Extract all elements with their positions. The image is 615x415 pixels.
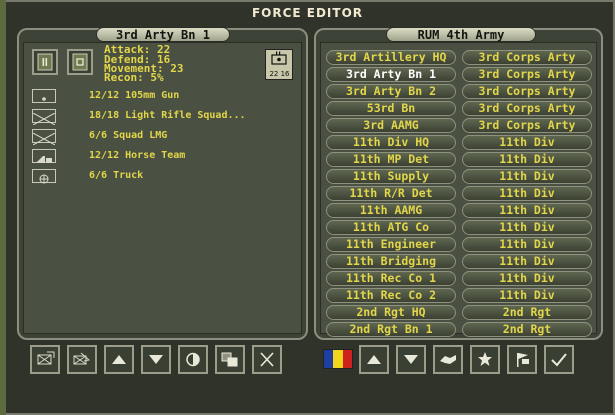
army-unit-parent[interactable]: 11th Div bbox=[462, 203, 592, 218]
unit-panel-title: 3rd Arty Bn 1 bbox=[96, 27, 230, 42]
army-unit-name[interactable]: 11th Supply bbox=[326, 169, 456, 184]
move-up-button[interactable] bbox=[104, 345, 134, 374]
truck-icon bbox=[32, 169, 56, 184]
infantry-icon bbox=[32, 109, 56, 126]
unit-panel-body bbox=[23, 42, 302, 334]
army-unit-parent[interactable]: 11th Div bbox=[462, 169, 592, 184]
romania-flag-icon bbox=[323, 349, 353, 369]
confirm-button[interactable] bbox=[544, 345, 574, 374]
element-row[interactable]: 6/6 Truck bbox=[32, 169, 282, 185]
army-unit-name[interactable]: 3rd Artillery HQ bbox=[326, 50, 456, 65]
army-move-down-button[interactable] bbox=[396, 345, 426, 374]
army-unit-name[interactable]: 53rd Bn bbox=[326, 101, 456, 116]
army-unit-parent[interactable]: 3rd Corps Arty bbox=[462, 67, 592, 82]
army-unit-name[interactable]: 3rd AAMG bbox=[326, 118, 456, 133]
unit-square-icon bbox=[72, 53, 88, 71]
army-unit-parent[interactable]: 3rd Corps Arty bbox=[462, 50, 592, 65]
army-unit-parent[interactable]: 2nd Rgt bbox=[462, 305, 592, 320]
copy-icon bbox=[221, 352, 238, 367]
counter-values: 22 16 bbox=[269, 70, 290, 78]
infantry-icon bbox=[32, 129, 56, 146]
window-title: FORCE EDITOR bbox=[251, 6, 364, 20]
unit-square-button[interactable] bbox=[67, 49, 93, 75]
element-row[interactable]: 12/12 105mm Gun bbox=[32, 89, 282, 105]
army-unit-name[interactable]: 11th R/R Det bbox=[326, 186, 456, 201]
army-unit-name[interactable]: 2nd Rgt HQ bbox=[326, 305, 456, 320]
army-panel-title: RUM 4th Army bbox=[386, 27, 536, 42]
half-circle-icon bbox=[186, 352, 200, 367]
move-down-icon bbox=[404, 355, 418, 364]
unit-counter: 22 16 bbox=[265, 49, 293, 80]
transfer-unit-icon bbox=[73, 352, 91, 365]
pause-button[interactable] bbox=[32, 49, 58, 75]
army-unit-name[interactable]: 11th Rec Co 1 bbox=[326, 271, 456, 286]
move-down-button[interactable] bbox=[141, 345, 171, 374]
army-unit-name[interactable]: 3rd Arty Bn 1 bbox=[326, 67, 456, 82]
move-up-icon bbox=[112, 355, 126, 364]
element-row[interactable]: 6/6 Squad LMG bbox=[32, 129, 282, 146]
flag-stripe-red bbox=[342, 350, 352, 368]
army-unit-parent[interactable]: 11th Div bbox=[462, 288, 592, 303]
army-unit-name[interactable]: 11th MP Det bbox=[326, 152, 456, 167]
delete-button[interactable] bbox=[252, 345, 282, 374]
checkmark-icon bbox=[551, 353, 567, 367]
move-unit-button[interactable] bbox=[30, 345, 60, 374]
flags-button[interactable] bbox=[507, 345, 537, 374]
army-unit-name[interactable]: 11th Div HQ bbox=[326, 135, 456, 150]
army-unit-name[interactable]: 11th Bridging bbox=[326, 254, 456, 269]
army-unit-name[interactable]: 11th ATG Co bbox=[326, 220, 456, 235]
element-row[interactable]: 18/18 Light Rifle Squad... bbox=[32, 109, 282, 126]
army-unit-parent[interactable]: 3rd Corps Arty bbox=[462, 101, 592, 116]
flag-stripe-yellow bbox=[333, 350, 343, 368]
army-unit-parent[interactable]: 11th Div bbox=[462, 186, 592, 201]
delete-icon bbox=[260, 352, 274, 367]
army-unit-name[interactable]: 3rd Arty Bn 2 bbox=[326, 84, 456, 99]
army-unit-name[interactable]: 11th Rec Co 2 bbox=[326, 288, 456, 303]
army-unit-parent[interactable]: 11th Div bbox=[462, 220, 592, 235]
element-label: 6/6 Squad LMG bbox=[89, 130, 168, 141]
element-label: 12/12 Horse Team bbox=[89, 150, 186, 161]
move-unit-icon bbox=[37, 351, 55, 365]
move-up-icon bbox=[367, 355, 381, 364]
army-unit-parent[interactable]: 11th Div bbox=[462, 254, 592, 269]
handshake-icon bbox=[440, 355, 456, 364]
move-down-icon bbox=[149, 355, 163, 364]
element-label: 12/12 105mm Gun bbox=[89, 90, 180, 101]
horse-team-icon bbox=[32, 149, 56, 163]
flags-icon bbox=[517, 353, 529, 367]
star-icon bbox=[478, 352, 492, 366]
army-unit-name[interactable]: 11th Engineer bbox=[326, 237, 456, 252]
army-unit-name[interactable]: 2nd Rgt Bn 1 bbox=[326, 322, 456, 337]
army-unit-parent[interactable]: 11th Div bbox=[462, 135, 592, 150]
army-unit-parent[interactable]: 11th Div bbox=[462, 237, 592, 252]
army-unit-name[interactable]: 11th AAMG bbox=[326, 203, 456, 218]
artillery-counter-icon bbox=[271, 51, 287, 65]
army-unit-parent[interactable]: 11th Div bbox=[462, 271, 592, 286]
map-edge bbox=[0, 0, 6, 415]
army-move-up-button[interactable] bbox=[359, 345, 389, 374]
army-unit-parent[interactable]: 3rd Corps Arty bbox=[462, 118, 592, 133]
handshake-button[interactable] bbox=[433, 345, 463, 374]
gun-icon bbox=[32, 89, 56, 103]
element-label: 18/18 Light Rifle Squad... bbox=[89, 110, 246, 121]
transfer-unit-button[interactable] bbox=[67, 345, 97, 374]
element-row[interactable]: 12/12 Horse Team bbox=[32, 149, 282, 165]
copy-button[interactable] bbox=[215, 345, 245, 374]
star-button[interactable] bbox=[470, 345, 500, 374]
pause-icon bbox=[37, 53, 53, 71]
flag-stripe-blue bbox=[324, 350, 334, 368]
army-unit-parent[interactable]: 3rd Corps Arty bbox=[462, 84, 592, 99]
half-circle-button[interactable] bbox=[178, 345, 208, 374]
stat-recon: Recon: 5% bbox=[104, 71, 164, 84]
army-unit-parent[interactable]: 11th Div bbox=[462, 152, 592, 167]
element-label: 6/6 Truck bbox=[89, 170, 144, 181]
army-unit-parent[interactable]: 2nd Rgt bbox=[462, 322, 592, 337]
